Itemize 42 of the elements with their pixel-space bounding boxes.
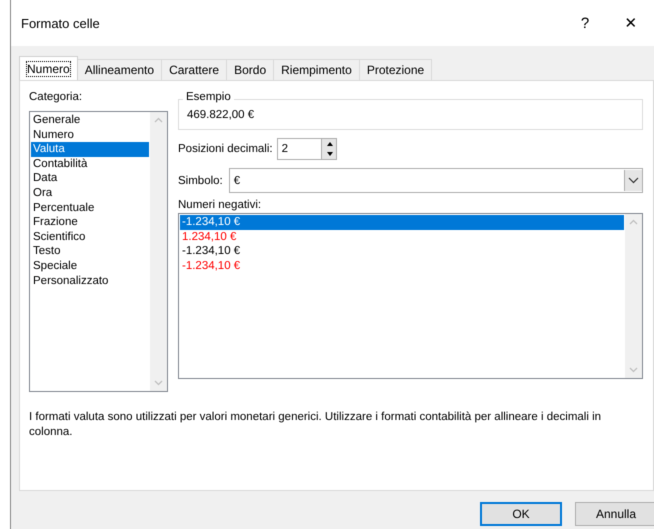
spin-buttons[interactable]: [320, 138, 337, 160]
list-item[interactable]: -1.234,10 €: [180, 215, 624, 230]
dialog-button[interactable]: Annulla: [575, 502, 654, 526]
negative-numbers-label: Numeri negativi:: [178, 199, 262, 211]
list-item[interactable]: -1.234,10 €: [180, 244, 624, 259]
sample-label: Esempio: [183, 91, 234, 103]
scroll-up-icon[interactable]: [630, 220, 638, 224]
close-button[interactable]: ✕: [608, 14, 654, 32]
down-arrow-icon[interactable]: [326, 152, 333, 156]
scrollbar[interactable]: [150, 112, 167, 391]
category-label: Categoria:: [29, 91, 84, 105]
list-item[interactable]: Personalizzato: [31, 274, 149, 288]
list-item[interactable]: Testo: [31, 244, 149, 259]
list-item[interactable]: Scientifico: [31, 230, 149, 244]
list-item[interactable]: Valuta: [31, 142, 149, 157]
scroll-down-icon[interactable]: [630, 368, 638, 372]
list-item[interactable]: Ora: [31, 186, 149, 201]
scroll-up-icon[interactable]: [154, 118, 162, 122]
tab[interactable]: Numero: [19, 56, 78, 80]
decimal-places-field[interactable]: 2: [276, 138, 321, 160]
list-item[interactable]: Percentuale: [31, 200, 149, 216]
dialog-button[interactable]: OK: [480, 502, 562, 526]
list-item[interactable]: Contabilità: [31, 156, 149, 172]
scrollbar[interactable]: [625, 214, 642, 378]
up-arrow-icon[interactable]: [326, 142, 333, 146]
scroll-down-icon[interactable]: [154, 380, 162, 386]
list-item[interactable]: Numero: [31, 128, 149, 142]
list-item[interactable]: 1.234,10 €: [180, 230, 624, 244]
list-item[interactable]: Data: [31, 171, 149, 186]
list-item[interactable]: -1.234,10 €: [180, 258, 624, 274]
list-item[interactable]: Generale: [31, 113, 149, 128]
symbol-dropdown[interactable]: €: [228, 168, 643, 193]
list-item[interactable]: Speciale: [31, 258, 149, 274]
tab[interactable]: Protezione: [358, 59, 432, 80]
decimal-places-label: Posizioni decimali:: [178, 143, 273, 155]
list-item[interactable]: Frazione: [31, 215, 149, 230]
sample-value: 469.822,00 €: [187, 109, 254, 121]
chevron-down-icon[interactable]: [628, 178, 638, 184]
window-title: Formato celle: [21, 16, 101, 30]
description-text: I formati valuta sono utilizzati per valori monetari generici. Utilizzare i formati contabilità per allineare i decimali in colonna.: [29, 410, 602, 440]
help-button[interactable]: ?: [562, 14, 608, 32]
symbol-label: Simbolo:: [178, 174, 223, 186]
